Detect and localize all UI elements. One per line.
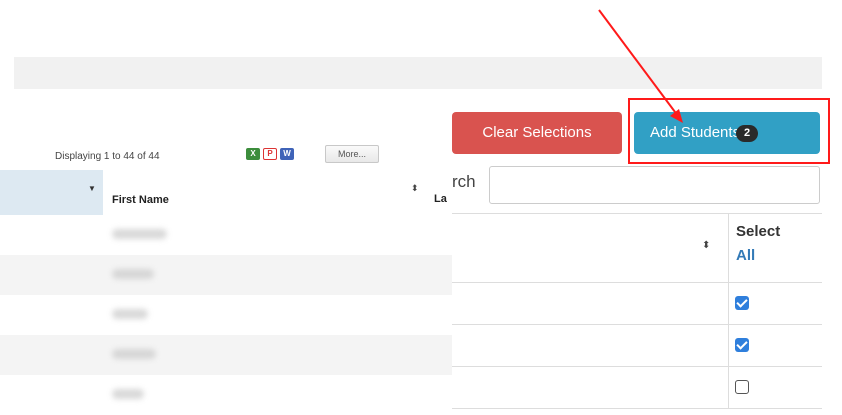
pdf-icon[interactable]: P <box>263 148 277 160</box>
sort-desc-icon[interactable]: ▼ <box>88 184 96 193</box>
last-name-header[interactable]: La <box>434 193 447 205</box>
redacted-name <box>112 269 154 279</box>
row-checkbox[interactable] <box>735 380 749 394</box>
pagination-info: Displaying 1 to 44 of 44 <box>55 151 160 162</box>
sort-icon[interactable]: ⬍ <box>702 240 710 251</box>
selection-table: ⬍ Select All <box>452 213 822 409</box>
highlight-box <box>628 98 830 164</box>
redacted-name <box>112 309 148 319</box>
search-label: rch <box>452 172 476 191</box>
export-icons: X P W <box>246 148 294 160</box>
redacted-name <box>112 229 167 239</box>
clear-selections-button[interactable]: Clear Selections <box>452 112 622 154</box>
select-all-link[interactable]: All <box>736 247 755 264</box>
table-row <box>452 367 822 409</box>
table-row <box>452 325 822 367</box>
table-row <box>0 295 460 335</box>
table-row <box>0 335 460 375</box>
redacted-name <box>112 389 144 399</box>
excel-icon[interactable]: X <box>246 148 260 160</box>
sort-icon[interactable]: ⬍ <box>411 183 419 194</box>
selection-table-header: ⬍ Select All <box>452 214 822 283</box>
redacted-name <box>112 349 156 359</box>
back-table-body <box>0 215 460 415</box>
table-row <box>0 255 460 295</box>
row-checkbox[interactable] <box>735 338 749 352</box>
first-name-header[interactable]: First Name <box>112 194 169 206</box>
more-button[interactable]: More... <box>325 145 379 163</box>
word-icon[interactable]: W <box>280 148 294 160</box>
table-row <box>0 215 460 255</box>
top-band <box>14 57 822 89</box>
row-checkbox[interactable] <box>735 296 749 310</box>
select-header-label: Select <box>736 223 781 240</box>
table-row <box>0 375 460 415</box>
table-row <box>452 283 822 325</box>
search-input[interactable] <box>489 166 820 204</box>
